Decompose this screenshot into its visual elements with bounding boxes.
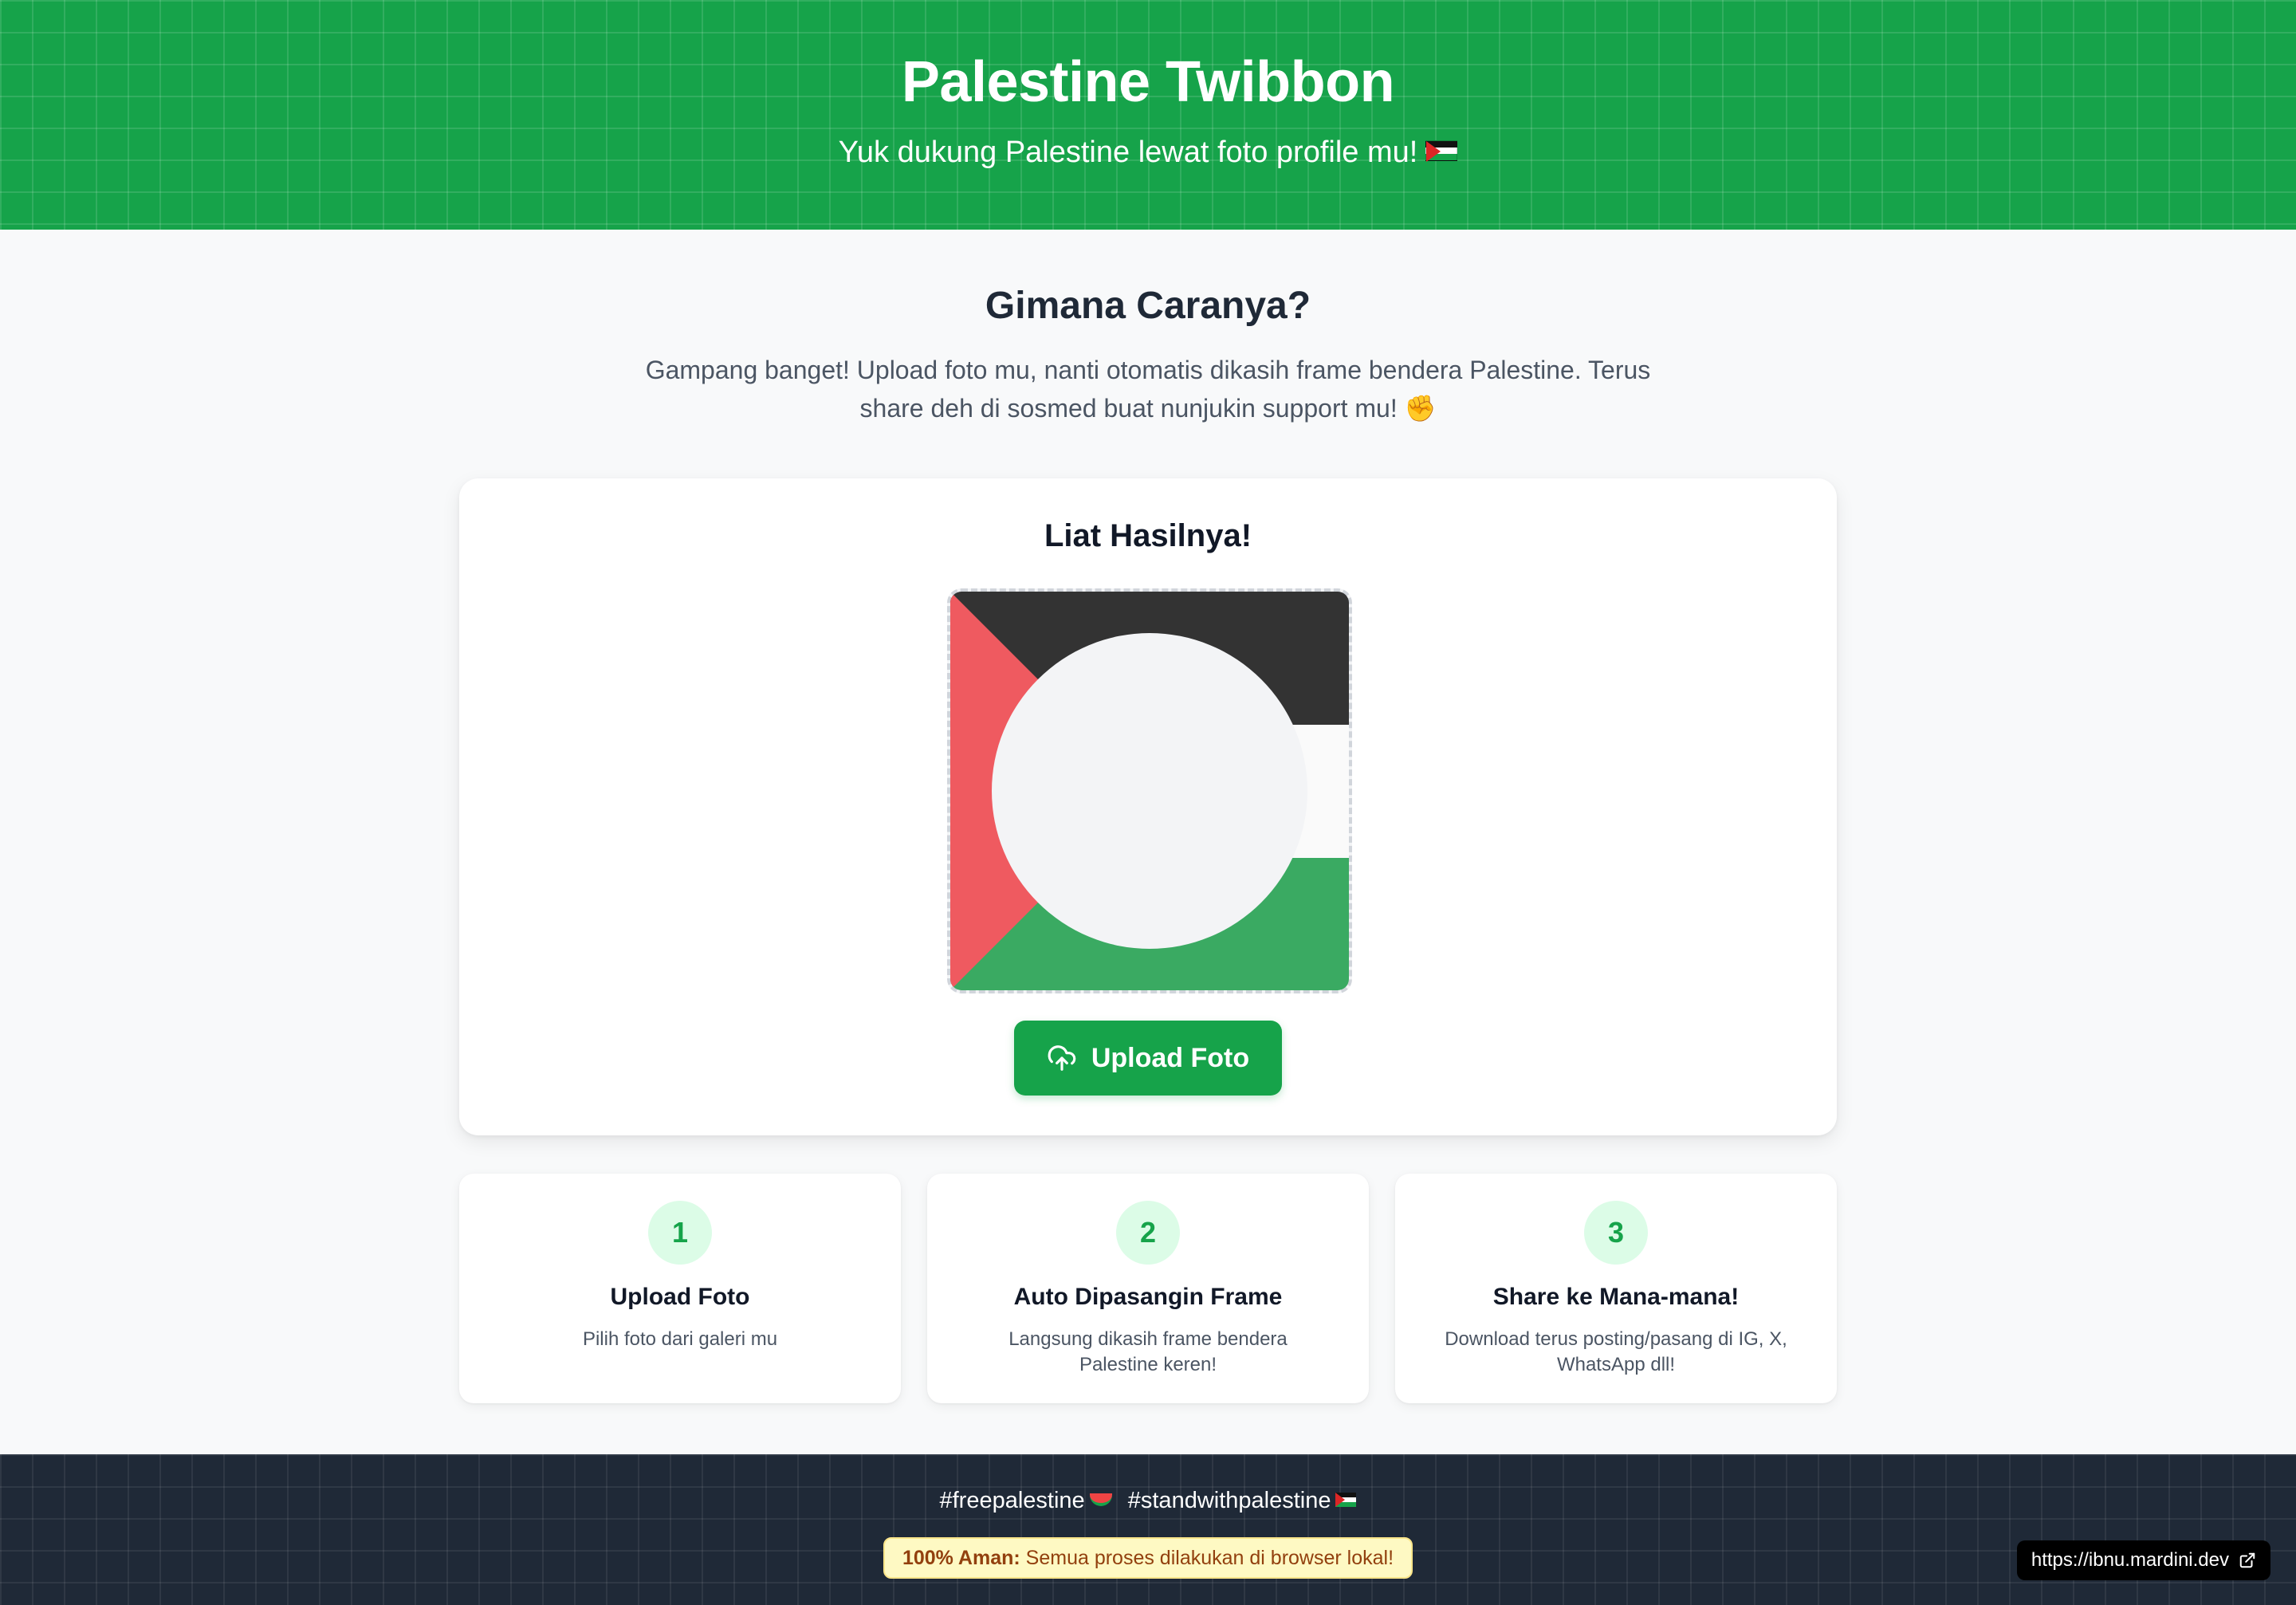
step-description: Langsung dikasih frame bendera Palestine… — [1008, 1328, 1288, 1375]
twibbon-preview[interactable] — [947, 588, 1352, 993]
intro-text: Gampang banget! Upload foto mu, nanti ot… — [645, 356, 1651, 423]
preview-card: Liat Hasilnya! Upload Foto — [459, 478, 1837, 1135]
hashtag-standwithpalestine: #standwithpalestine — [1128, 1488, 1357, 1513]
author-site-label: https://ibnu.mardini.dev — [2031, 1549, 2229, 1571]
subtitle-text: Yuk dukung Palestine lewat foto profile … — [838, 136, 1418, 169]
external-link-icon — [2239, 1552, 2255, 1568]
hashtag-freepalestine: #freepalestine — [940, 1488, 1112, 1513]
page-title: Palestine Twibbon — [901, 50, 1395, 114]
privacy-badge-strong: 100% Aman: — [902, 1547, 1020, 1569]
step-number: 3 — [1584, 1201, 1648, 1265]
step-card-2: 2 Auto Dipasangin Frame Langsung dikasih… — [927, 1174, 1369, 1403]
page-subtitle: Yuk dukung Palestine lewat foto profile … — [0, 136, 2296, 170]
step-title: Upload Foto — [610, 1284, 750, 1310]
step-number: 2 — [1116, 1201, 1180, 1265]
author-site-link[interactable]: https://ibnu.mardini.dev — [2016, 1540, 2270, 1580]
palestine-flag-frame — [950, 592, 1349, 990]
privacy-badge-text: Semua proses dilakukan di browser lokal! — [1025, 1547, 1394, 1569]
watermelon-icon — [1089, 1493, 1112, 1507]
header: Palestine Twibbon Yuk dukung Palestine l… — [0, 0, 2296, 230]
photo-placeholder-circle — [992, 633, 1307, 949]
intro-title: Gimana Caranya? — [985, 285, 1311, 327]
step-description: Pilih foto dari galeri mu — [582, 1328, 778, 1350]
step-title: Auto Dipasangin Frame — [1013, 1284, 1283, 1310]
palestine-flag-icon — [1425, 140, 1458, 162]
step-title: Share ke Mana-mana! — [1492, 1284, 1740, 1310]
upload-button-label: Upload Foto — [1091, 1042, 1250, 1073]
preview-title: Liat Hasilnya! — [1044, 518, 1252, 553]
privacy-badge: 100% Aman: Semua proses dilakukan di bro… — [883, 1537, 1413, 1579]
footer: #freepalestine #standwithpalestine 100% … — [0, 1454, 2296, 1605]
step-card-1: 1 Upload Foto Pilih foto dari galeri mu — [459, 1174, 901, 1403]
step-card-3: 3 Share ke Mana-mana! Download terus pos… — [1395, 1174, 1837, 1403]
palestine-flag-icon — [1335, 1493, 1357, 1508]
step-number: 1 — [648, 1201, 712, 1265]
hashtags: #freepalestine #standwithpalestine — [0, 1488, 2296, 1514]
step-description: Download terus posting/pasang di IG, X, … — [1445, 1328, 1787, 1375]
cloud-upload-icon — [1048, 1045, 1076, 1071]
upload-photo-button[interactable]: Upload Foto — [1014, 1021, 1282, 1096]
